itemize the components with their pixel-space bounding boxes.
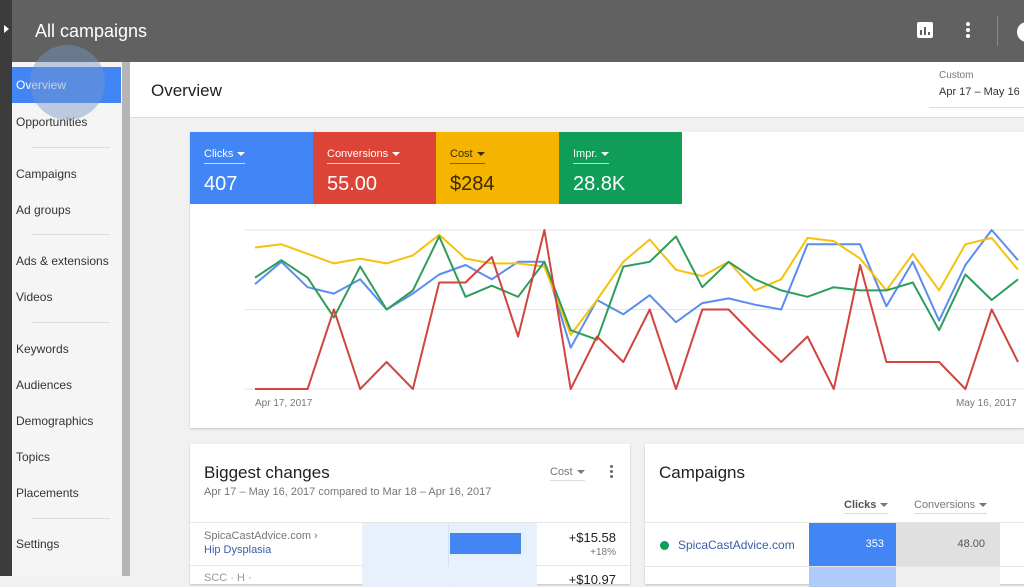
- table-row[interactable]: SpicaCastAdvice.com 353 48.00: [645, 522, 1024, 567]
- sidebar-item-settings[interactable]: Settings: [16, 537, 59, 551]
- card-subtitle: Apr 17 – May 16, 2017 compared to Mar 18…: [204, 486, 492, 498]
- date-range-label: Custom: [939, 70, 974, 81]
- change-bar-track: [362, 566, 537, 586]
- more-vert-icon[interactable]: [966, 22, 970, 38]
- app-title: All campaigns: [35, 21, 148, 41]
- sidebar-item-audiences[interactable]: Audiences: [16, 378, 72, 392]
- x-tick-label-end: May 16, 2017: [956, 398, 1017, 409]
- date-range-picker[interactable]: Apr 17 – May 16: [939, 86, 1020, 98]
- metric-select-value: Cost: [550, 466, 573, 478]
- dropdown-caret-icon: [979, 503, 988, 508]
- column-header-conversions[interactable]: Conversions: [914, 499, 988, 514]
- row-amount: +$10.97: [568, 572, 616, 587]
- sidebar-divider: [32, 518, 110, 519]
- change-bar: [450, 533, 521, 554]
- conversions-cell: 48.00: [896, 523, 1000, 567]
- table-row[interactable]: [645, 566, 1024, 587]
- toolbar-divider: [997, 16, 998, 46]
- top-bar: All campaigns: [12, 0, 1024, 62]
- reports-icon[interactable]: [917, 22, 933, 38]
- table-row[interactable]: SCC · H · +$10.97: [190, 566, 630, 587]
- cursor-highlight: [30, 45, 105, 120]
- metric-select[interactable]: Cost: [550, 466, 585, 481]
- status-enabled-icon: [660, 541, 669, 550]
- sidebar-item-campaigns[interactable]: Campaigns: [16, 167, 77, 181]
- page-header: Overview Custom Apr 17 – May 16: [130, 62, 1024, 118]
- sidebar-item-ads-extensions[interactable]: Ads & extensions: [16, 254, 109, 268]
- dropdown-caret-icon: [576, 470, 585, 475]
- clicks-cell: [809, 567, 896, 587]
- row-percent: +18%: [590, 547, 616, 558]
- sidebar-item-ad-groups[interactable]: Ad groups: [16, 203, 71, 217]
- campaign-name-link[interactable]: SpicaCastAdvice.com: [678, 538, 795, 552]
- x-tick-label-start: Apr 17, 2017: [255, 398, 313, 409]
- sidebar-item-videos[interactable]: Videos: [16, 290, 52, 304]
- column-header-clicks[interactable]: Clicks: [844, 499, 889, 514]
- sidebar-divider: [32, 322, 110, 323]
- sidebar-divider: [32, 234, 110, 235]
- sidebar-item-placements[interactable]: Placements: [16, 486, 79, 500]
- sidebar-item-keywords[interactable]: Keywords: [16, 342, 69, 356]
- sidebar-item-topics[interactable]: Topics: [16, 450, 50, 464]
- line-chart[interactable]: [190, 132, 1024, 428]
- sidebar-item-demographics[interactable]: Demographics: [16, 414, 93, 428]
- card-title: Biggest changes: [204, 463, 330, 482]
- column-header-text: Conversions: [914, 499, 976, 511]
- series-line-clicks[interactable]: [254, 229, 1019, 349]
- account-avatar[interactable]: [1017, 22, 1024, 42]
- row-amount: +$15.58: [568, 530, 616, 545]
- card-title: Campaigns: [659, 463, 745, 482]
- clicks-cell: 353: [809, 523, 896, 567]
- left-rail: [0, 0, 12, 576]
- sidebar-scrollbar[interactable]: [122, 62, 130, 576]
- row-path: SpicaCastAdvice.com ›: [204, 530, 318, 542]
- row-name-link[interactable]: Hip Dysplasia: [204, 544, 271, 556]
- table-row[interactable]: SpicaCastAdvice.com › Hip Dysplasia +$15…: [190, 522, 630, 587]
- campaigns-card: Campaigns Clicks Conversions SpicaCastAd…: [645, 444, 1024, 587]
- sidebar-divider: [32, 147, 110, 148]
- date-range-underline: [929, 107, 1024, 108]
- biggest-changes-card: Biggest changes Apr 17 – May 16, 2017 co…: [190, 444, 630, 587]
- sidebar: Overview Opportunities Campaigns Ad grou…: [12, 45, 122, 576]
- conversions-cell: [896, 567, 1000, 587]
- page-title: Overview: [151, 81, 222, 100]
- dropdown-caret-icon: [880, 503, 889, 508]
- column-header-text: Clicks: [844, 499, 877, 511]
- more-vert-icon[interactable]: [610, 465, 613, 480]
- performance-chart-card: Clicks 407 Conversions 55.00 Cost $284 I…: [190, 132, 1024, 428]
- row-path: SCC · H ·: [204, 572, 252, 584]
- expand-arrow-icon[interactable]: [4, 25, 9, 33]
